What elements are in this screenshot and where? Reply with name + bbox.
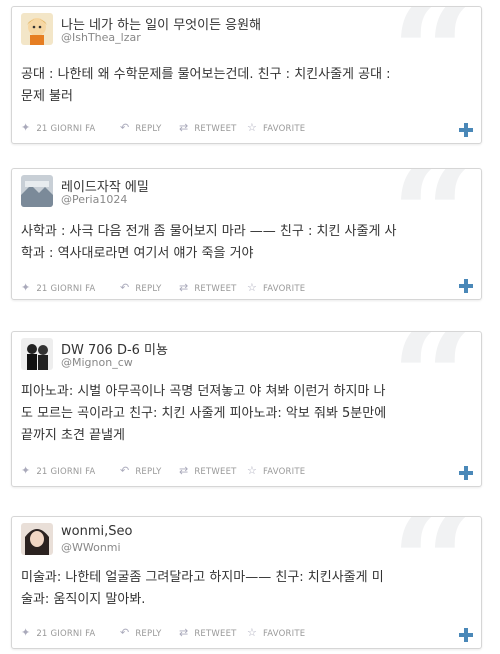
tweet-actions: ✦ 21 GIORNI FA ↶ REPLY ⇄ RETWEET ☆ FAVOR… [21, 623, 471, 639]
retweet-button[interactable]: ⇄ RETWEET [179, 281, 237, 294]
tweet-text-line: 미술과: 나한테 얼굴좀 그려달라고 하지마—— 친구: 치킨사줄게 미 [21, 570, 384, 585]
tweet-card: “ 레이드자작 에밀 @Peria1024 사학과 : 사극 다음 전개 좀 물… [11, 168, 482, 300]
retweet-button[interactable]: ⇄ RETWEET [179, 121, 237, 134]
retweet-button[interactable]: ⇄ RETWEET [179, 464, 237, 477]
reply-button[interactable]: ↶ REPLY [120, 281, 162, 294]
tweet-text-line: 사학과 : 사극 다음 전개 좀 물어보지 마라 —— 친구 : 치킨 사줄게 … [21, 224, 397, 239]
star-icon: ☆ [247, 626, 258, 639]
tweet-text-line: 문제 불러 [21, 89, 73, 104]
tweet-card: “ DW 706 D-6 미뇽 @Mignon_cw 피아노과: 시벌 아무곡이… [11, 331, 482, 487]
tweet-text: 미술과: 나한테 얼굴좀 그려달라고 하지마—— 친구: 치킨사줄게 미 술과:… [21, 567, 471, 611]
avatar[interactable] [21, 175, 53, 207]
tweet-text: 피아노과: 시벌 아무곡이나 곡명 던져놓고 야 쳐봐 이런거 하지마 나 도 … [21, 381, 471, 447]
star-icon: ☆ [247, 121, 258, 134]
twitter-bird-icon: ✦ [21, 626, 31, 639]
tweet-text-line: 끝까지 초견 끝낼게 [21, 428, 125, 443]
retweet-icon: ⇄ [179, 464, 189, 477]
avatar[interactable] [21, 338, 53, 370]
twitter-bird-icon: ✦ [21, 121, 31, 134]
tweet-actions: ✦ 21 GIORNI FA ↶ REPLY ⇄ RETWEET ☆ FAVOR… [21, 118, 471, 134]
tweet-card: “ 나는 네가 하는 일이 무엇이든 응원해 @IshThea_lzar 공대 … [11, 6, 482, 144]
display-name[interactable]: wonmi,Seo [61, 524, 132, 539]
avatar[interactable] [21, 523, 53, 555]
reply-arrow-icon: ↶ [120, 626, 130, 639]
tweet-text-line: 피아노과: 시벌 아무곡이나 곡명 던져놓고 야 쳐봐 이런거 하지마 나 [21, 384, 386, 399]
tweet-text: 사학과 : 사극 다음 전개 좀 물어보지 마라 —— 친구 : 치킨 사줄게 … [21, 221, 471, 265]
plus-icon[interactable] [459, 628, 473, 642]
favorite-button[interactable]: ☆ FAVORITE [247, 626, 305, 639]
tweet-actions: ✦ 21 GIORNI FA ↶ REPLY ⇄ RETWEET ☆ FAVOR… [21, 278, 471, 294]
user-handle[interactable]: @IshThea_lzar [61, 31, 141, 44]
tweet-text: 공대 : 나한테 왜 수학문제를 물어보는건데. 친구 : 치킨사줄게 공대 :… [21, 64, 471, 108]
plus-icon[interactable] [459, 279, 473, 293]
retweet-button[interactable]: ⇄ RETWEET [179, 626, 237, 639]
retweet-icon: ⇄ [179, 281, 189, 294]
tweet-card: “ wonmi,Seo @WWonmi 미술과: 나한테 얼굴좀 그려달라고 하… [11, 516, 482, 649]
reply-button[interactable]: ↶ REPLY [120, 464, 162, 477]
reply-button[interactable]: ↶ REPLY [120, 626, 162, 639]
twitter-bird-icon: ✦ [21, 464, 31, 477]
user-handle[interactable]: @WWonmi [61, 541, 121, 554]
plus-icon[interactable] [459, 466, 473, 480]
favorite-button[interactable]: ☆ FAVORITE [247, 464, 305, 477]
tweet-text-line: 학과 : 역사대로라면 여기서 얘가 죽을 거야 [21, 246, 254, 261]
timestamp[interactable]: ✦ 21 GIORNI FA [21, 281, 95, 294]
user-handle[interactable]: @Mignon_cw [61, 356, 133, 369]
favorite-button[interactable]: ☆ FAVORITE [247, 121, 305, 134]
timestamp[interactable]: ✦ 21 GIORNI FA [21, 626, 95, 639]
star-icon: ☆ [247, 464, 258, 477]
avatar[interactable] [21, 13, 53, 45]
plus-icon[interactable] [459, 123, 473, 137]
retweet-icon: ⇄ [179, 626, 189, 639]
retweet-icon: ⇄ [179, 121, 189, 134]
reply-arrow-icon: ↶ [120, 121, 130, 134]
user-handle[interactable]: @Peria1024 [61, 193, 127, 206]
twitter-bird-icon: ✦ [21, 281, 31, 294]
reply-button[interactable]: ↶ REPLY [120, 121, 162, 134]
favorite-button[interactable]: ☆ FAVORITE [247, 281, 305, 294]
tweet-text-line: 공대 : 나한테 왜 수학문제를 물어보는건데. 친구 : 치킨사줄게 공대 : [21, 67, 391, 82]
tweet-actions: ✦ 21 GIORNI FA ↶ REPLY ⇄ RETWEET ☆ FAVOR… [21, 461, 471, 477]
reply-arrow-icon: ↶ [120, 464, 130, 477]
star-icon: ☆ [247, 281, 258, 294]
tweet-text-line: 술과: 움직이지 말아봐. [21, 592, 146, 607]
reply-arrow-icon: ↶ [120, 281, 130, 294]
timestamp[interactable]: ✦ 21 GIORNI FA [21, 464, 95, 477]
timestamp[interactable]: ✦ 21 GIORNI FA [21, 121, 95, 134]
tweet-text-line: 도 모르는 곡이라고 친구: 치킨 사줄게 피아노과: 악보 줘봐 5분만에 [21, 406, 387, 421]
